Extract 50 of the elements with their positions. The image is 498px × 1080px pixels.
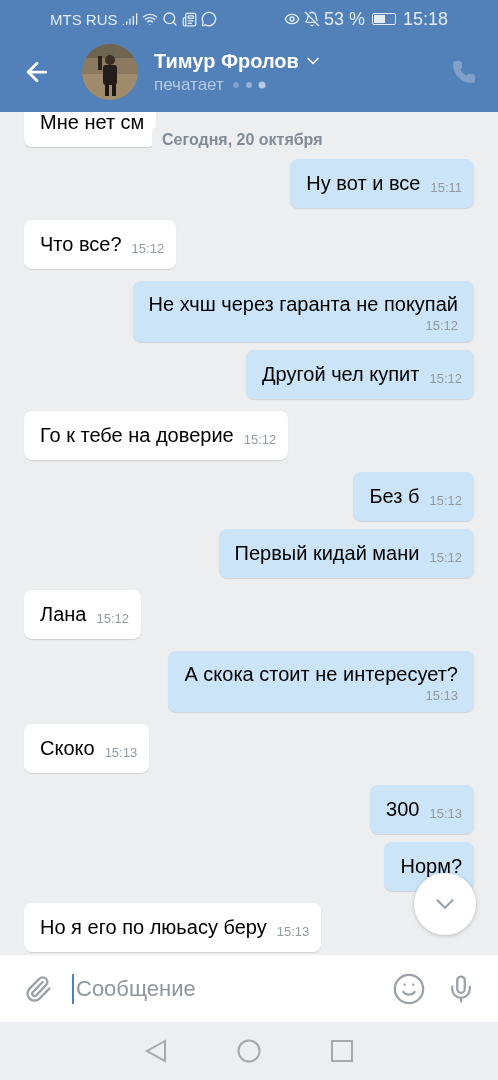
- battery-icon: [371, 13, 396, 25]
- back-nav-button[interactable]: [145, 1039, 167, 1063]
- message-time: 15:13: [104, 745, 138, 760]
- message-time: 15:12: [131, 241, 165, 256]
- emoji-button[interactable]: [392, 971, 426, 1006]
- phone-icon: [452, 60, 476, 84]
- message-time: 15:12: [429, 371, 462, 386]
- message-text: А скока стоит не интересует?: [184, 663, 458, 686]
- message-text: Без б: [369, 485, 420, 508]
- message-time: 15:12: [425, 318, 458, 333]
- search-icon: [161, 11, 178, 27]
- message-text: Скоко: [40, 737, 95, 760]
- message-time: 15:13: [276, 924, 310, 939]
- message-text: Норм?: [400, 855, 462, 878]
- message-text: Первый кидай мани: [234, 542, 420, 565]
- wifi-icon: [141, 11, 158, 27]
- attach-button[interactable]: [24, 974, 52, 1003]
- battery-percent: 53 %: [323, 8, 365, 30]
- message-text: Не хчш через гаранта не покупай: [148, 293, 458, 316]
- message-time: 15:11: [430, 180, 462, 195]
- home-nav-button[interactable]: [237, 1039, 261, 1063]
- message-text: Лана: [40, 603, 87, 626]
- message-composer[interactable]: Сообщение: [0, 955, 498, 1022]
- message-time: 15:13: [425, 688, 458, 703]
- message-text: Другой чел купит: [262, 363, 420, 386]
- news-icon: [181, 11, 197, 27]
- message-text: Но я его по люьасу беру: [40, 916, 267, 939]
- typing-status: печатает: [154, 74, 224, 95]
- signal-icon: [121, 11, 138, 27]
- message-text: Что все?: [40, 233, 122, 256]
- message-time: 15:12: [96, 611, 129, 626]
- call-button[interactable]: [452, 60, 476, 84]
- message-time: 15:13: [429, 806, 462, 821]
- smiley-icon: [392, 971, 426, 1006]
- carrier-name: MTS RUS: [50, 10, 118, 28]
- clock: 15:18: [402, 8, 448, 30]
- paperclip-icon: [24, 974, 52, 1003]
- message-text: 300: [386, 798, 420, 821]
- recents-nav-button[interactable]: [331, 1040, 353, 1062]
- message-time: 15:12: [243, 432, 277, 447]
- typing-dots-icon: [231, 80, 268, 89]
- message-time: 15:12: [429, 550, 462, 565]
- message-text: Го к тебе на доверие: [40, 424, 234, 447]
- bell-off-icon: [303, 11, 320, 27]
- message-text: Ну вот и все: [306, 172, 421, 195]
- chat-icon: [200, 11, 217, 27]
- eye-icon: [283, 11, 300, 27]
- message-text: Мне нет см: [40, 112, 145, 134]
- message-time: 15:12: [429, 493, 462, 508]
- contact-name[interactable]: Тимур Фролов: [154, 49, 299, 73]
